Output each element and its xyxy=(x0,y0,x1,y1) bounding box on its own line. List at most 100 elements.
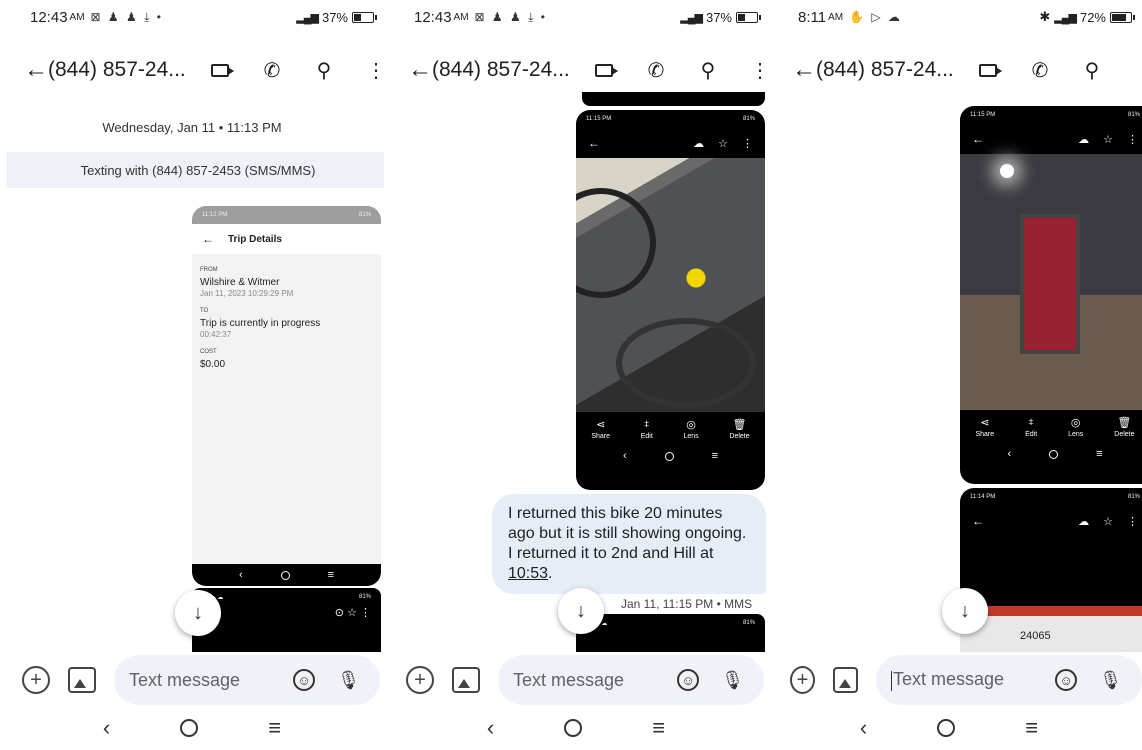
scroll-down-button[interactable]: ↓ xyxy=(175,590,221,636)
composer: + Text message ☺ 🎙 xyxy=(768,652,1142,708)
battery-percent: 37% xyxy=(705,9,732,25)
station-photo-screenshot[interactable]: 11:15 PM 81% ← ☁ ☆ ⋮ ⋖ Share ⧧ Edit ◎ Lens 🗑 Del… xyxy=(960,106,1142,484)
cost-value: $0.00 xyxy=(200,359,226,370)
trip-details-screenshot[interactable]: 11:12 PM 81% ← Trip Details FROM Wilshir… xyxy=(192,206,381,586)
back-arrow-icon: ← xyxy=(972,132,984,146)
nav-recents-icon[interactable]: ≡ xyxy=(268,715,281,741)
nav-back-icon[interactable]: ‹ xyxy=(860,715,867,741)
search-icon[interactable]: ⚲ xyxy=(298,58,350,83)
add-attachment-icon[interactable]: + xyxy=(790,666,815,694)
time-link[interactable]: 10:53 xyxy=(508,565,548,582)
back-arrow-icon[interactable]: ← xyxy=(24,56,48,84)
contact-title[interactable]: (844) 857-24... xyxy=(432,58,572,82)
status-time: 12:43 xyxy=(30,8,68,26)
cloud-icon: ☁ xyxy=(1078,515,1090,528)
notification-icons: ✋ ▷ ☁ xyxy=(849,10,902,24)
conversation-pane-2: 12:43 AM ⊠ ♟ ♟ ⤓ • ▂▄▆ 37% ← (844) 857-2… xyxy=(384,0,768,750)
microphone-icon[interactable]: 🎙 xyxy=(337,670,360,691)
date-header: Wednesday, Jan 11 • 11:13 PM xyxy=(102,120,282,135)
microphone-icon[interactable]: 🎙 xyxy=(1099,670,1122,691)
gallery-icon[interactable] xyxy=(833,667,858,693)
video-call-icon[interactable] xyxy=(194,63,246,77)
edit-icon: ⧧ xyxy=(643,418,650,430)
contact-title[interactable]: (844) 857-24... xyxy=(48,58,188,82)
station-photo xyxy=(960,154,1142,410)
nav-home-icon[interactable] xyxy=(937,719,956,737)
edit-icon: ⧧ xyxy=(1028,416,1034,428)
dock-photo-screenshot[interactable]: 11:14 PM 81% ← ☁ ☆ ⋮ 24065 xyxy=(960,488,1142,652)
nav-home-icon[interactable] xyxy=(180,719,199,737)
third-screenshot-partial[interactable]: ⌚ ▶ ☁81% xyxy=(576,614,765,652)
photo-viewer-bar: ← ☁ ☆ ⋮ xyxy=(576,128,765,158)
more-options-icon[interactable]: ⋮ xyxy=(1118,58,1142,83)
share-icon: ⋖ xyxy=(980,417,990,429)
search-icon[interactable]: ⚲ xyxy=(1066,58,1118,83)
nav-home-icon[interactable] xyxy=(564,719,583,737)
phone-call-icon[interactable]: ✆ xyxy=(246,58,298,83)
cost-label: COST xyxy=(200,349,217,355)
battery-icon xyxy=(352,11,377,23)
emoji-icon[interactable]: ☺ xyxy=(293,669,316,691)
lens-icon: ◎ xyxy=(686,419,696,431)
more-icon: ⋮ xyxy=(1127,133,1138,146)
scroll-down-button[interactable]: ↓ xyxy=(558,588,604,634)
message-timestamp: Jan 11, 11:15 PM • MMS xyxy=(621,597,753,611)
video-call-icon[interactable] xyxy=(962,63,1014,77)
phone-call-icon[interactable]: ✆ xyxy=(1014,58,1066,83)
more-options-icon[interactable]: ⋮ xyxy=(734,58,768,83)
signal-icon: ▂▄▆ xyxy=(296,11,319,24)
system-nav-bar: ‹ ≡ xyxy=(0,706,384,750)
text-message-input[interactable]: Text message ☺ 🎙 xyxy=(114,655,380,705)
back-arrow-icon[interactable]: ← xyxy=(408,56,432,84)
status-ampm: AM xyxy=(828,11,844,23)
nav-recents-icon[interactable]: ≡ xyxy=(652,715,665,741)
microphone-icon[interactable]: 🎙 xyxy=(721,670,744,691)
text-message-input[interactable]: Text message ☺ 🎙 xyxy=(498,655,764,705)
text-message-input[interactable]: Text message ☺ 🎙 xyxy=(876,655,1142,705)
add-attachment-icon[interactable]: + xyxy=(406,666,434,694)
gallery-icon[interactable] xyxy=(68,667,96,693)
scroll-down-button[interactable]: ↓ xyxy=(942,588,988,634)
star-icon: ☆ xyxy=(1103,515,1113,528)
notification-icons: ⊠ ♟ ♟ ⤓ • xyxy=(474,9,547,24)
battery-percent: 72% xyxy=(1079,9,1106,25)
emoji-icon[interactable]: ☺ xyxy=(677,669,700,691)
screenshot-nav-bar: ‹ ≡ xyxy=(192,564,381,586)
second-screenshot-partial[interactable]: ⌚ ▶ ☁81% ⊙ ☆ ⋮ xyxy=(192,588,381,652)
conversation-pane-3: 8:11 AM ✋ ▷ ☁ ✱ ▂▄▆ 72% ← (844) 857-24..… xyxy=(768,0,1142,750)
status-ampm: AM xyxy=(453,11,469,23)
nav-back-icon[interactable]: ‹ xyxy=(103,715,110,741)
video-call-icon[interactable] xyxy=(578,63,630,77)
emoji-icon[interactable]: ☺ xyxy=(1055,669,1078,691)
search-icon[interactable]: ⚲ xyxy=(682,58,734,83)
nav-back-icon[interactable]: ‹ xyxy=(487,715,494,741)
contact-title[interactable]: (844) 857-24... xyxy=(816,58,956,82)
status-bar: 12:43 AM ⊠ ♟ ♟ ⤓ • ▂▄▆ 37% xyxy=(0,0,384,34)
add-attachment-icon[interactable]: + xyxy=(22,666,50,694)
app-bar: ← (844) 857-24... ✆ ⚲ ⋮ xyxy=(768,48,1142,92)
back-arrow-icon: ← xyxy=(202,232,214,246)
back-arrow-icon: ← xyxy=(972,514,984,528)
nav-recents-icon[interactable]: ≡ xyxy=(1025,715,1038,741)
to-time: 00:42:37 xyxy=(200,330,232,339)
notification-icons: ⊠ ♟ ♟ ⤓ • xyxy=(90,9,163,24)
screenshot-status-bar: 11:12 PM 81% xyxy=(192,206,381,224)
app-bar: ← (844) 857-24... ✆ ⚲ ⋮ xyxy=(384,48,768,92)
system-nav-bar: ‹ ≡ xyxy=(384,706,768,750)
cloud-icon: ☁ xyxy=(1078,133,1090,146)
previous-screenshot-edge xyxy=(582,92,765,106)
status-bar: 12:43 AM ⊠ ♟ ♟ ⤓ • ▂▄▆ 37% xyxy=(384,0,768,34)
status-time: 8:11 xyxy=(798,8,827,26)
battery-percent: 37% xyxy=(321,9,348,25)
bluetooth-icon: ✱ xyxy=(1039,9,1051,24)
back-arrow-icon[interactable]: ← xyxy=(792,56,816,84)
trip-details-header: ← Trip Details xyxy=(202,232,282,246)
sent-message-bubble[interactable]: I returned this bike 20 minutes ago but … xyxy=(492,494,766,594)
system-nav-bar: ‹ ≡ xyxy=(768,706,1142,750)
bike-photo-screenshot[interactable]: 11:15 PM 81% ← ☁ ☆ ⋮ ⋖ Share ⧧ Edit ◎ Lens 🗑 Del… xyxy=(576,110,765,490)
from-value: Wilshire & Witmer xyxy=(200,277,280,288)
more-options-icon[interactable]: ⋮ xyxy=(350,58,384,83)
trip-details-body: FROM Wilshire & Witmer Jan 11, 2023 10:2… xyxy=(192,254,381,564)
gallery-icon[interactable] xyxy=(452,667,480,693)
phone-call-icon[interactable]: ✆ xyxy=(630,58,682,83)
